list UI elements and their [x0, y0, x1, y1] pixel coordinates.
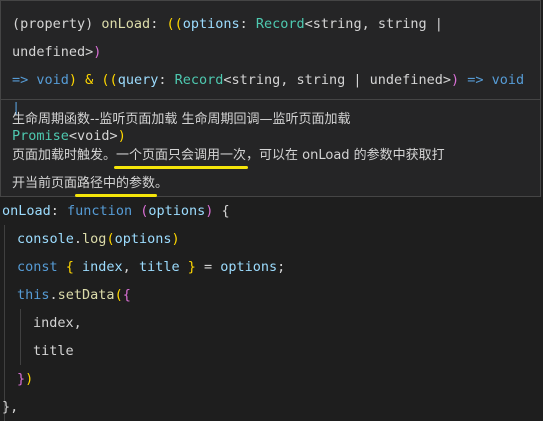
doc-text: 开当前页面: [12, 176, 78, 191]
code-token: console: [17, 231, 74, 247]
code-token: =: [195, 259, 221, 275]
sig-type: Record: [174, 72, 224, 88]
code-token: options: [148, 203, 206, 219]
code-line[interactable]: this.setData({: [17, 281, 131, 309]
sig-param: query: [117, 72, 159, 88]
code-token: log: [82, 231, 107, 247]
code-token: {: [122, 287, 131, 303]
type-signature: (property) onLoad: ((options: Record<str…: [12, 10, 532, 150]
code-token: setData: [57, 287, 115, 303]
code-token: const: [17, 259, 58, 275]
code-token: }: [17, 371, 26, 387]
code-token: :: [50, 203, 68, 219]
sig-name: onLoad: [101, 16, 151, 32]
sig-paren: ): [93, 44, 102, 60]
tooltip-divider: [1, 99, 540, 100]
sig-paren: ): [450, 72, 460, 88]
code-token: .: [73, 231, 83, 247]
sig-param: options: [182, 16, 240, 32]
code-line[interactable]: }): [17, 365, 33, 393]
doc-line-3: 开当前页面路径中的参数。: [12, 172, 532, 191]
doc-line-1: 生命周期函数--监听页面加载 生命周期回调—监听页面加载: [12, 112, 351, 127]
code-token: ): [25, 371, 34, 387]
code-token: (: [106, 231, 115, 247]
code-token: (: [132, 203, 149, 219]
code-line[interactable]: title: [33, 337, 74, 365]
code-line[interactable]: const { index, title } = options;: [17, 253, 285, 281]
sig-type: Record: [255, 16, 305, 32]
indent-guide: [20, 309, 21, 365]
code-token: function: [67, 203, 133, 219]
doc-line-2: 页面加载时触发。一个页面只会调用一次，可以在 onLoad 的参数中获取打: [12, 144, 532, 163]
code-token: }: [179, 259, 196, 275]
doc-text: 页面加载时触发。: [12, 148, 117, 163]
code-token: (: [114, 287, 123, 303]
code-token: index: [82, 259, 123, 275]
code-token: onLoad: [2, 203, 51, 219]
sig-paren: ((: [166, 16, 183, 32]
doc-highlight: 路径中的参数: [77, 176, 156, 191]
hover-tooltip: (property) onLoad: ((options: Record<str…: [0, 0, 541, 197]
sig-generic: <void>: [68, 128, 118, 144]
sig-colon: :: [150, 16, 167, 32]
code-line[interactable]: index,: [33, 309, 82, 337]
code-token: this: [17, 287, 50, 303]
code-line[interactable]: onLoad: function (options) {: [2, 197, 230, 225]
sig-generic: <string, string | undefined>: [223, 72, 451, 88]
sig-paren: ((: [101, 72, 118, 88]
code-token: .: [49, 287, 58, 303]
doc-text: 。: [155, 176, 169, 191]
sig-prefix: (property): [12, 16, 102, 32]
sig-colon: :: [239, 16, 256, 32]
doc-highlight: 一个页面只会调用一次: [116, 148, 247, 163]
code-line[interactable]: console.log(options): [17, 225, 180, 253]
code-token: options: [220, 259, 278, 275]
code-token: {: [213, 203, 230, 219]
sig-colon: :: [158, 72, 175, 88]
code-token: options: [114, 231, 172, 247]
sig-arrow: => void: [12, 72, 69, 88]
code-token: ;: [277, 259, 286, 275]
sig-intersection: ) &: [68, 72, 102, 88]
code-token: ,: [122, 259, 139, 275]
code-token: ): [171, 231, 180, 247]
indent-guide: [4, 225, 5, 421]
sig-type: Promise: [12, 128, 69, 144]
code-line[interactable]: },: [2, 393, 18, 421]
code-token: title: [138, 259, 180, 275]
code-token: {: [57, 259, 83, 275]
sig-paren: ): [117, 128, 126, 144]
doc-text: ，可以在 onLoad 的参数中获取打: [246, 148, 445, 163]
